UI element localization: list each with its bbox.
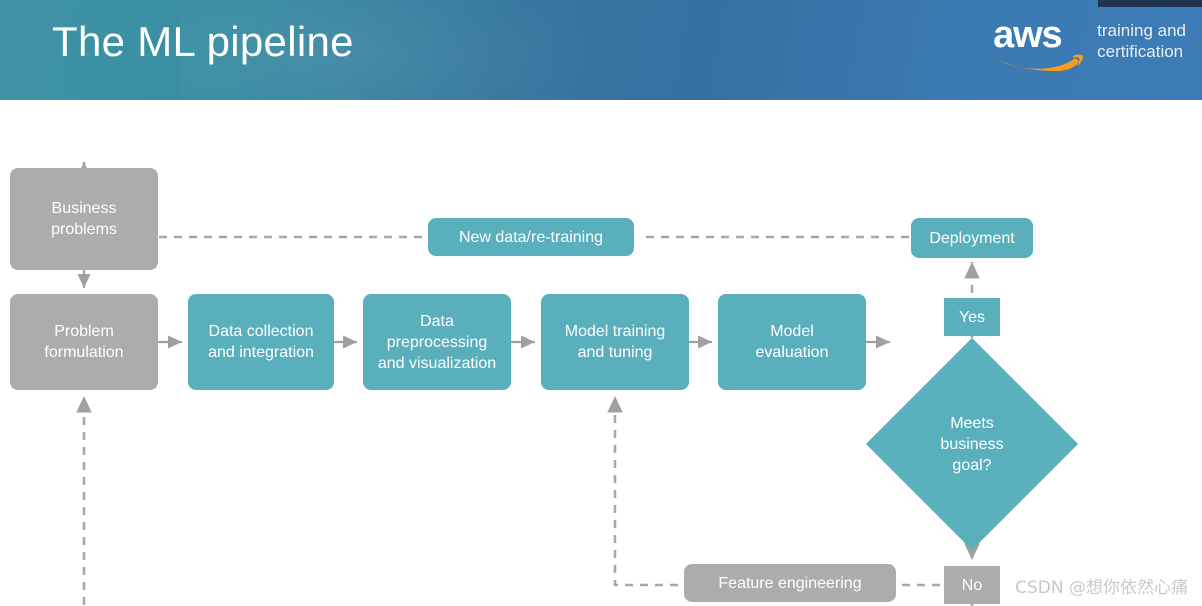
node-feature-engineering[interactable]: Feature engineering [684, 564, 896, 602]
node-business-problems[interactable]: Business problems [10, 168, 158, 270]
node-no-label[interactable]: No [944, 566, 1000, 604]
aws-logo: aws training and certification [993, 16, 1186, 72]
aws-wordmark: aws [993, 14, 1062, 56]
node-deployment[interactable]: Deployment [911, 218, 1033, 258]
ml-pipeline-diagram: Business problems Problem formulation Da… [0, 100, 1202, 606]
watermark: CSDN @想你依然心痛 [1015, 578, 1188, 598]
node-problem-formulation[interactable]: Problem formulation [10, 294, 158, 390]
node-model-evaluation[interactable]: Model evaluation [718, 294, 866, 390]
edge-feature-to-training [607, 396, 678, 587]
edge-augmentation-to-problem [76, 396, 92, 606]
header-accent-strip [1098, 0, 1202, 7]
page-title: The ML pipeline [52, 18, 354, 65]
node-data-preprocessing[interactable]: Data preprocessing and visualization [363, 294, 511, 390]
node-model-training[interactable]: Model training and tuning [541, 294, 689, 390]
node-new-data-retraining[interactable]: New data/re-training [428, 218, 634, 256]
slide-header: The ML pipeline aws training and certifi… [0, 0, 1202, 100]
aws-logo-mark: aws [993, 16, 1085, 72]
node-yes-label[interactable]: Yes [944, 298, 1000, 336]
aws-tagline: training and certification [1097, 21, 1186, 61]
node-data-collection[interactable]: Data collection and integration [188, 294, 334, 390]
aws-smile-icon [997, 54, 1084, 71]
node-meets-business-goal[interactable]: Meets business goal? [865, 337, 1079, 551]
slide-canvas: The ML pipeline aws training and certifi… [0, 0, 1202, 606]
diamond-label: Meets business goal? [940, 414, 1004, 474]
